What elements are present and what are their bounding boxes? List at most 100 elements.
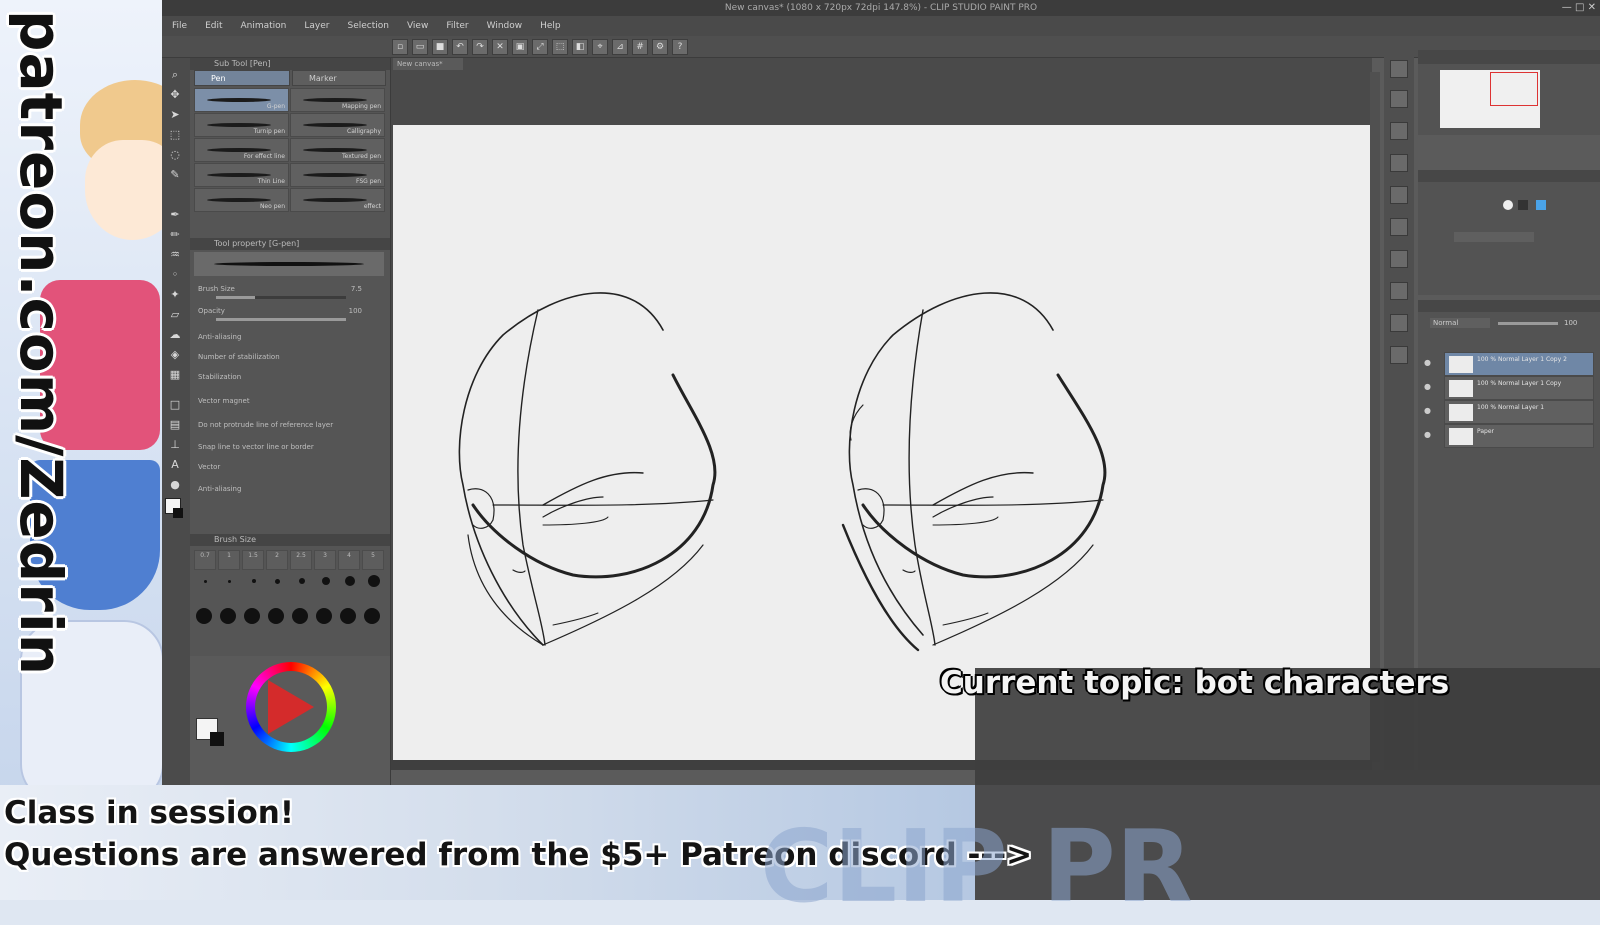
expression-color-dropdown[interactable] (1454, 232, 1534, 242)
transform-icon[interactable]: ⤢ (532, 38, 548, 55)
save-icon[interactable]: ■ (432, 38, 448, 55)
menu-window[interactable]: Window (487, 21, 523, 31)
tone-icon[interactable] (1518, 200, 1528, 210)
size-dot[interactable] (340, 608, 356, 624)
new-file-icon[interactable]: ▫ (392, 38, 408, 55)
anti-aliasing-row-2[interactable]: Anti-aliasing (198, 482, 382, 496)
brush-mapping-pen[interactable]: Mapping pen (290, 88, 385, 112)
stabilization-row[interactable]: Stabilization (198, 370, 382, 384)
text-icon[interactable]: A (168, 458, 182, 472)
brush-effect[interactable]: effect (290, 188, 385, 212)
stabilization-count-row[interactable]: Number of stabilization (198, 350, 382, 364)
snap-vector-row[interactable]: Snap line to vector line or border (198, 440, 382, 454)
timeline-icon[interactable] (1390, 346, 1408, 364)
size-preset[interactable]: 0.7 (194, 550, 216, 570)
menu-selection[interactable]: Selection (347, 21, 388, 31)
opacity-slider[interactable] (216, 318, 346, 321)
size-dot[interactable] (204, 580, 207, 583)
menu-filter[interactable]: Filter (446, 21, 468, 31)
size-preset[interactable]: 1.5 (242, 550, 264, 570)
brush-size-row[interactable]: Brush Size 7.5 (198, 282, 382, 296)
animation-icon[interactable] (1390, 314, 1408, 332)
canvas-tab[interactable]: New canvas* (393, 58, 463, 70)
play-icon[interactable] (268, 680, 314, 734)
ruler-icon[interactable]: ⊥ (168, 438, 182, 452)
pen-icon[interactable]: ✒ (168, 208, 182, 222)
brush-neo-pen[interactable]: Neo pen (194, 188, 289, 212)
operation-icon[interactable]: ➤ (168, 108, 182, 122)
brush-fsg-pen[interactable]: FSG pen (290, 163, 385, 187)
size-dot[interactable] (252, 579, 256, 583)
size-dot[interactable] (228, 580, 231, 583)
background-color-swatch[interactable] (210, 732, 224, 746)
menu-view[interactable]: View (407, 21, 428, 31)
navigator-view-rect[interactable] (1490, 72, 1538, 106)
eyedropper-icon[interactable]: ✎ (168, 168, 182, 182)
undo-icon[interactable]: ↶ (452, 38, 468, 55)
layer-row[interactable]: 100 % Normal Layer 1 Copy 2 (1444, 352, 1594, 376)
vector-row[interactable]: Vector (198, 460, 382, 474)
gradient-icon[interactable]: ▦ (168, 368, 182, 382)
sub-view-icon[interactable] (1390, 90, 1408, 108)
color-wheel[interactable] (246, 662, 336, 752)
close-icon[interactable]: ✕ (1588, 2, 1596, 13)
sub-color-swatch[interactable] (173, 508, 183, 518)
blend-mode-dropdown[interactable]: Normal (1430, 318, 1490, 328)
size-preset[interactable]: 5 (362, 550, 384, 570)
minimize-icon[interactable]: — (1562, 2, 1572, 13)
size-dot[interactable] (244, 608, 260, 624)
opacity-row[interactable]: Opacity 100 (198, 304, 382, 318)
maximize-icon[interactable]: □ (1575, 2, 1584, 13)
ruler-snap-icon[interactable]: ⊿ (612, 38, 628, 55)
invert-selection-icon[interactable]: ◧ (572, 38, 588, 55)
zoom-icon[interactable]: ⌕ (168, 68, 182, 82)
size-dot[interactable] (322, 577, 330, 585)
pencil-icon[interactable]: ✏ (168, 228, 182, 242)
size-dot[interactable] (364, 608, 380, 624)
decoration-icon[interactable]: ✦ (168, 288, 182, 302)
eye-icon[interactable]: ● (1424, 358, 1434, 368)
fill-bucket-icon[interactable]: ◈ (168, 348, 182, 362)
size-dot[interactable] (345, 576, 355, 586)
size-dot[interactable] (196, 608, 212, 624)
tab-marker[interactable]: Marker (292, 70, 386, 86)
size-preset[interactable]: 1 (218, 550, 240, 570)
size-dot[interactable] (292, 608, 308, 624)
size-dot[interactable] (316, 608, 332, 624)
menu-animation[interactable]: Animation (241, 21, 287, 31)
clear-icon[interactable]: ✕ (492, 38, 508, 55)
layer-row[interactable]: 100 % Normal Layer 1 (1444, 400, 1594, 424)
information-icon[interactable] (1390, 122, 1408, 140)
layer-opacity-slider[interactable] (1498, 322, 1558, 325)
deselect-icon[interactable]: ⬚ (552, 38, 568, 55)
layer-row[interactable]: 100 % Normal Layer 1 Copy (1444, 376, 1594, 400)
size-dot[interactable] (368, 575, 380, 587)
brush-calligraphy[interactable]: Calligraphy (290, 113, 385, 137)
size-preset[interactable]: 4 (338, 550, 360, 570)
size-preset[interactable]: 2.5 (290, 550, 312, 570)
material-icon[interactable] (1390, 186, 1408, 204)
airbrush-icon[interactable]: ◦ (168, 268, 182, 282)
size-dot[interactable] (220, 608, 236, 624)
eraser-icon[interactable]: ▱ (168, 308, 182, 322)
settings-icon[interactable]: ⚙ (652, 38, 668, 55)
menu-help[interactable]: Help (540, 21, 561, 31)
brush-turnip-pen[interactable]: Turnip pen (194, 113, 289, 137)
help-icon[interactable]: ? (672, 38, 688, 55)
vector-magnet-row[interactable]: Vector magnet (198, 394, 382, 408)
figure-icon[interactable]: □ (168, 398, 182, 412)
tab-pen[interactable]: Pen (194, 70, 290, 86)
brush-size-slider[interactable] (216, 296, 346, 299)
move-icon[interactable]: ✥ (168, 88, 182, 102)
snap-icon[interactable]: ⌖ (592, 38, 608, 55)
menu-layer[interactable]: Layer (304, 21, 329, 31)
size-preset[interactable]: 2 (266, 550, 288, 570)
brush-textured-pen[interactable]: Textured pen (290, 138, 385, 162)
canvas-scrollbar[interactable] (1370, 72, 1380, 762)
eye-icon[interactable]: ● (1424, 382, 1434, 392)
brush-thin-line[interactable]: Thin Line (194, 163, 289, 187)
layer-row[interactable]: Paper (1444, 424, 1594, 448)
brush-g-pen[interactable]: G-pen (194, 88, 289, 112)
grid-icon[interactable]: # (632, 38, 648, 55)
open-icon[interactable]: ▭ (412, 38, 428, 55)
